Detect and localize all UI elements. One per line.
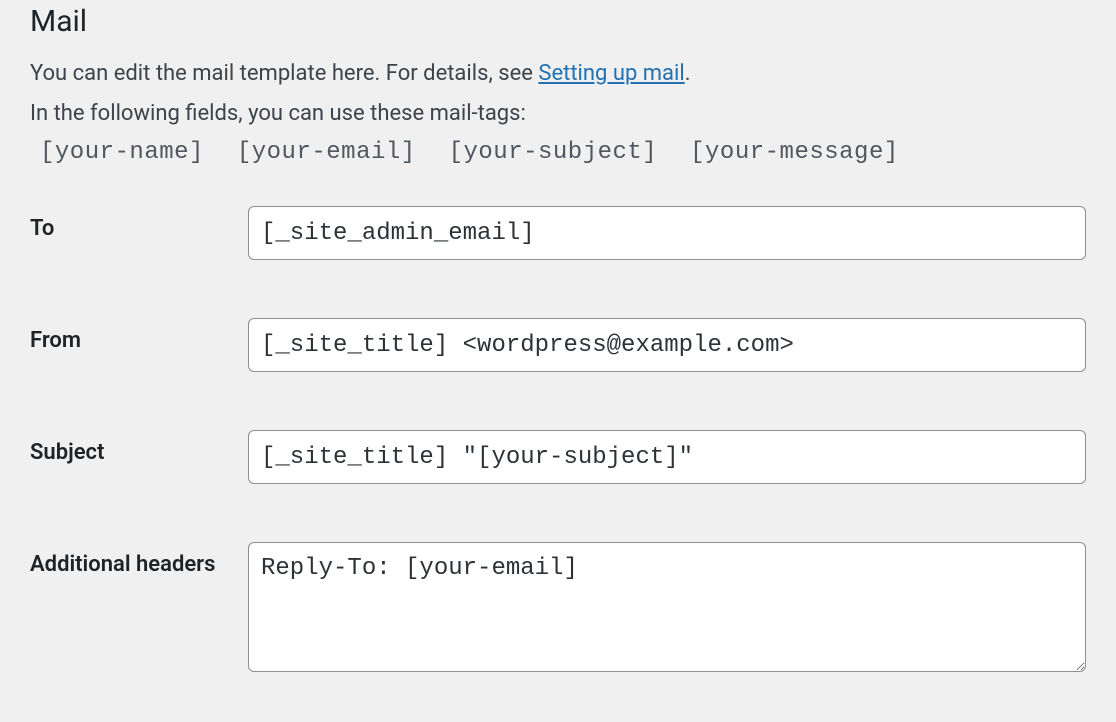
- to-label: To: [30, 206, 248, 241]
- mail-tags-list: [your-name] [your-email] [your-subject] …: [40, 139, 1086, 166]
- mail-tag: [your-message]: [690, 139, 899, 166]
- mail-intro-line-1: You can edit the mail template here. For…: [30, 57, 1086, 91]
- mail-tag: [your-name]: [40, 139, 204, 166]
- field-row-additional-headers: Additional headers Reply-To: [your-email…: [30, 542, 1086, 676]
- intro-text-1-end: .: [685, 61, 691, 86]
- field-row-to: To: [30, 206, 1086, 260]
- mail-section-title: Mail: [30, 0, 1086, 39]
- intro-text-1: You can edit the mail template here. For…: [30, 61, 538, 86]
- mail-tag: [your-subject]: [449, 139, 658, 166]
- subject-input[interactable]: [248, 430, 1086, 484]
- setting-up-mail-link[interactable]: Setting up mail: [538, 61, 684, 86]
- from-label: From: [30, 318, 248, 353]
- from-input[interactable]: [248, 318, 1086, 372]
- field-row-subject: Subject: [30, 430, 1086, 484]
- additional-headers-textarea[interactable]: Reply-To: [your-email]: [248, 542, 1086, 672]
- additional-headers-label: Additional headers: [30, 542, 248, 577]
- subject-label: Subject: [30, 430, 248, 465]
- mail-intro-line-2: In the following fields, you can use the…: [30, 97, 1086, 131]
- field-row-from: From: [30, 318, 1086, 372]
- mail-tag: [your-email]: [237, 139, 416, 166]
- to-input[interactable]: [248, 206, 1086, 260]
